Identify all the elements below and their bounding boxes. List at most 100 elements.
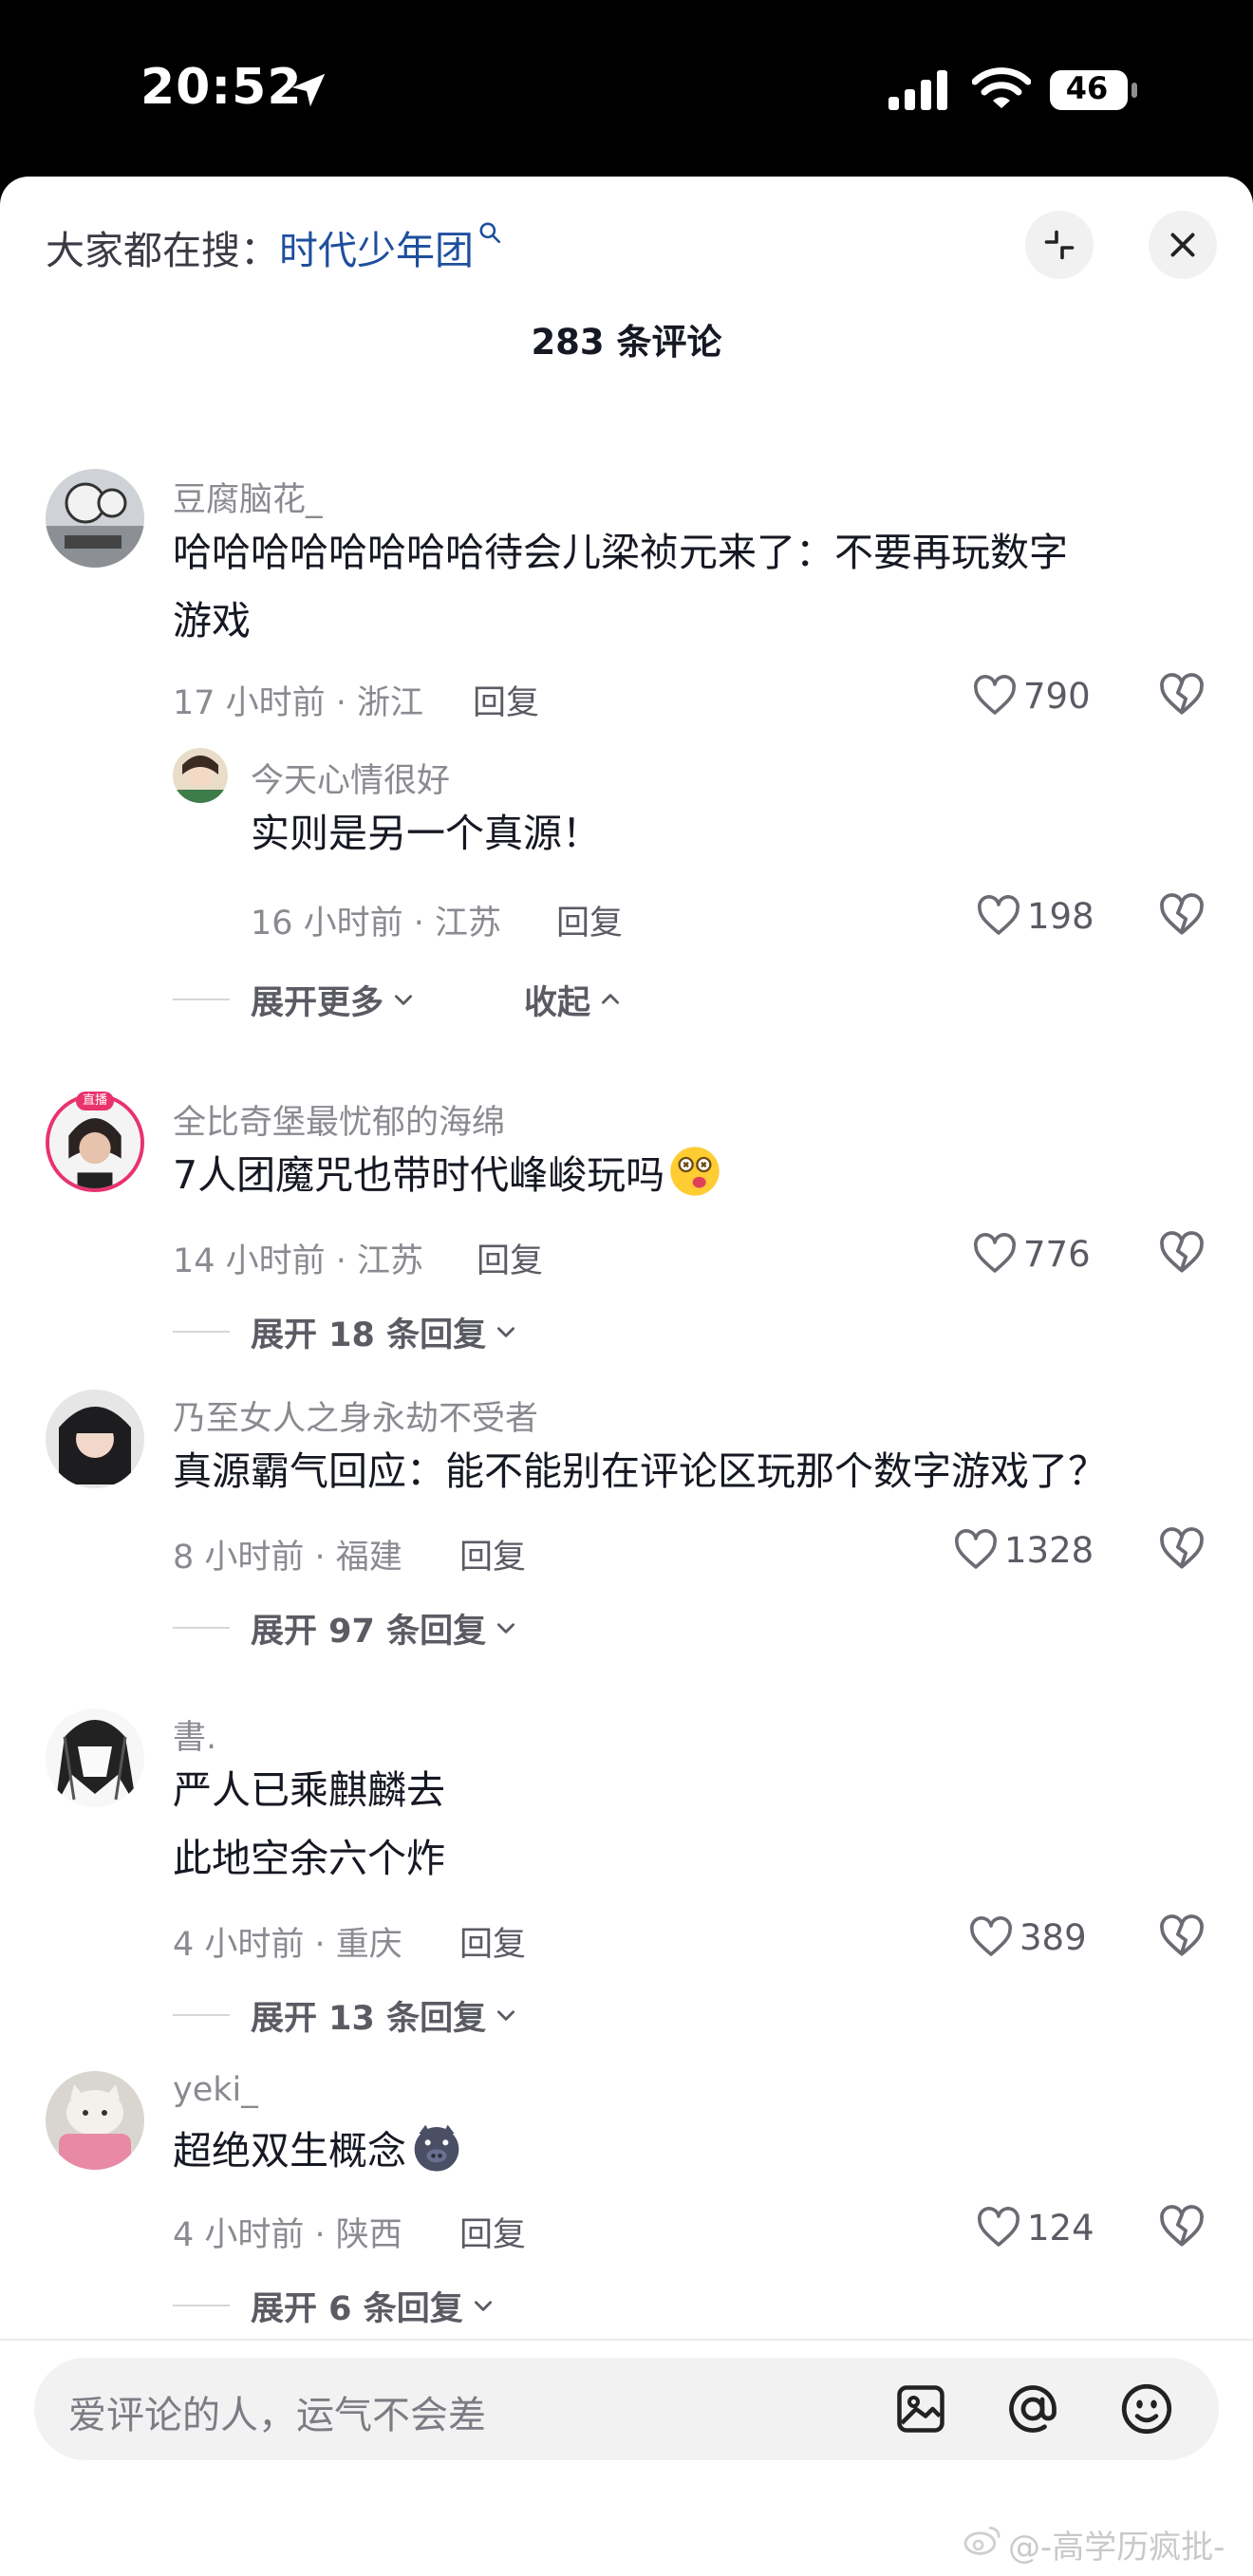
reply-username[interactable]: 今天心情很好 bbox=[251, 754, 450, 802]
avatar[interactable] bbox=[46, 1708, 144, 1807]
comment-count: 283 条评论 bbox=[531, 322, 722, 363]
comment-text-line: 7人团魔咒也带时代峰峻玩吗 bbox=[173, 1152, 665, 1198]
like-button[interactable]: 389 bbox=[968, 1913, 1087, 1961]
broken-heart-icon[interactable] bbox=[1158, 892, 1206, 938]
comment-meta: 8 小时前 · 福建 bbox=[173, 1539, 402, 1577]
close-icon bbox=[1170, 233, 1195, 257]
comment-username[interactable]: 全比奇堡最忧郁的海绵 bbox=[173, 1095, 505, 1144]
heart-icon bbox=[974, 675, 1016, 715]
comment-username[interactable]: yeki_ bbox=[173, 2071, 258, 2109]
reply-button[interactable]: 回复 bbox=[473, 676, 539, 724]
avatar[interactable] bbox=[46, 2071, 144, 2170]
divider bbox=[173, 1627, 230, 1629]
weibo-logo-icon bbox=[963, 2526, 1001, 2555]
wifi-icon bbox=[972, 67, 1031, 108]
live-badge: 直播 bbox=[76, 1092, 114, 1111]
expand-replies-label: 展开 13 条回复 bbox=[251, 1999, 487, 2038]
broken-heart-icon[interactable] bbox=[1158, 1526, 1206, 1572]
reply-button[interactable]: 回复 bbox=[459, 1530, 526, 1578]
broken-heart-icon[interactable] bbox=[1158, 2204, 1206, 2249]
heart-icon bbox=[955, 1529, 997, 1569]
reply-button[interactable]: 回复 bbox=[477, 1234, 543, 1282]
chevron-down-icon bbox=[395, 995, 413, 1005]
like-count: 790 bbox=[1023, 675, 1091, 717]
like-count: 776 bbox=[1023, 1233, 1091, 1275]
like-count: 198 bbox=[1027, 895, 1094, 937]
comment-text-line: 此地空余六个炸 bbox=[173, 1836, 445, 1881]
divider bbox=[173, 999, 230, 1000]
expand-replies-button[interactable]: 展开 13 条回复 bbox=[173, 1991, 518, 2039]
broken-heart-icon[interactable] bbox=[1158, 1913, 1206, 1959]
comment-text: 哈哈哈哈哈哈哈哈待会儿梁祯元来了：不要再玩数字 游戏 bbox=[173, 518, 1068, 655]
reply-text: 实则是另一个真源！ bbox=[251, 811, 601, 856]
broken-heart-icon[interactable] bbox=[1158, 1230, 1206, 1276]
search-term[interactable]: 时代少年团 bbox=[279, 228, 474, 273]
divider bbox=[173, 2014, 230, 2016]
comment-input-placeholder: 爱评论的人，运气不会差 bbox=[68, 2394, 486, 2437]
comment-meta: 4 小时前 · 陕西 bbox=[173, 2216, 402, 2254]
pig-face-emoji-icon bbox=[414, 2124, 459, 2172]
comment-text: 真源霸气回应：能不能别在评论区玩那个数字游戏了？ bbox=[173, 1437, 1107, 1505]
heart-icon bbox=[970, 1916, 1012, 1956]
search-prefix: 大家都在搜： bbox=[46, 228, 279, 273]
comment-input[interactable]: 爱评论的人，运气不会差 bbox=[34, 2358, 1219, 2460]
expand-replies-button[interactable]: 展开 6 条回复 bbox=[173, 2282, 496, 2329]
avatar[interactable] bbox=[46, 1390, 144, 1488]
at-icon[interactable] bbox=[1004, 2380, 1061, 2437]
reply-button[interactable]: 回复 bbox=[459, 1917, 526, 1966]
battery-level: 46 bbox=[1065, 70, 1109, 106]
comment-username[interactable]: 豆腐脑花_ bbox=[173, 473, 323, 521]
comment-text: 严人已乘麒麟去 此地空余六个炸 bbox=[173, 1756, 445, 1893]
watermark: @-高学历疯批- bbox=[1008, 2529, 1225, 2567]
divider bbox=[173, 1331, 230, 1333]
like-count: 389 bbox=[1019, 1916, 1087, 1958]
comment-text-line: 真源霸气回应：能不能别在评论区玩那个数字游戏了？ bbox=[173, 1448, 1107, 1494]
dizzy-face-emoji-icon bbox=[670, 1147, 720, 1196]
expand-replies-button[interactable]: 展开 97 条回复 bbox=[173, 1604, 518, 1652]
chevron-up-icon bbox=[602, 994, 620, 1004]
close-button[interactable] bbox=[1149, 211, 1217, 279]
image-icon[interactable] bbox=[892, 2380, 949, 2437]
comment-username[interactable]: 書. bbox=[173, 1710, 216, 1759]
comment-text-line: 严人已乘麒麟去 bbox=[173, 1767, 445, 1813]
chevron-down-icon bbox=[497, 1623, 515, 1633]
like-button[interactable]: 124 bbox=[976, 2204, 1094, 2251]
comment-text: 超绝双生概念 bbox=[173, 2117, 463, 2185]
comment-meta: 4 小时前 · 重庆 bbox=[173, 1926, 402, 1964]
comment-text-line: 哈哈哈哈哈哈哈哈待会儿梁祯元来了：不要再玩数字 bbox=[173, 530, 1068, 575]
expand-replies-label: 展开 97 条回复 bbox=[251, 1612, 487, 1651]
search-suggestion[interactable]: 大家都在搜：时代少年团 bbox=[46, 218, 502, 275]
status-time: 20:52 bbox=[140, 59, 303, 116]
comment-text: 7人团魔咒也带时代峰峻玩吗 bbox=[173, 1141, 721, 1209]
like-count: 1328 bbox=[1004, 1529, 1094, 1571]
collapse-button[interactable] bbox=[1025, 211, 1094, 279]
expand-replies-label: 展开 6 条回复 bbox=[251, 2289, 463, 2328]
expand-more-button[interactable]: 展开更多 bbox=[173, 976, 416, 1023]
avatar[interactable] bbox=[46, 469, 144, 568]
expand-replies-label: 展开 18 条回复 bbox=[251, 1316, 487, 1354]
like-button[interactable]: 198 bbox=[976, 892, 1094, 940]
reply-button[interactable]: 回复 bbox=[556, 896, 623, 944]
collapse-replies-button[interactable]: 收起 bbox=[524, 976, 623, 1023]
like-button[interactable]: 790 bbox=[972, 672, 1091, 719]
comment-text-line: 游戏 bbox=[173, 598, 251, 644]
chevron-down-icon bbox=[497, 2010, 515, 2021]
reply-meta: 16 小时前 · 江苏 bbox=[251, 905, 502, 943]
collapse-label: 收起 bbox=[524, 983, 591, 1022]
broken-heart-icon[interactable] bbox=[1158, 672, 1206, 718]
comment-meta: 14 小时前 · 江苏 bbox=[173, 1242, 424, 1280]
like-button[interactable]: 776 bbox=[972, 1230, 1091, 1278]
reply-button[interactable]: 回复 bbox=[459, 2208, 526, 2256]
heart-icon bbox=[978, 2207, 1019, 2247]
like-button[interactable]: 1328 bbox=[953, 1526, 1094, 1574]
expand-more-label: 展开更多 bbox=[251, 983, 384, 1022]
like-count: 124 bbox=[1027, 2207, 1094, 2249]
cellular-signal-icon bbox=[888, 70, 947, 110]
comment-username[interactable]: 乃至女人之身永劫不受者 bbox=[173, 1391, 538, 1440]
emoji-icon[interactable] bbox=[1118, 2380, 1175, 2437]
location-arrow-icon bbox=[291, 73, 326, 107]
collapse-arrows-icon bbox=[1044, 230, 1075, 260]
reply-avatar[interactable] bbox=[173, 748, 228, 803]
chevron-down-icon bbox=[497, 1327, 515, 1337]
expand-replies-button[interactable]: 展开 18 条回复 bbox=[173, 1308, 518, 1355]
